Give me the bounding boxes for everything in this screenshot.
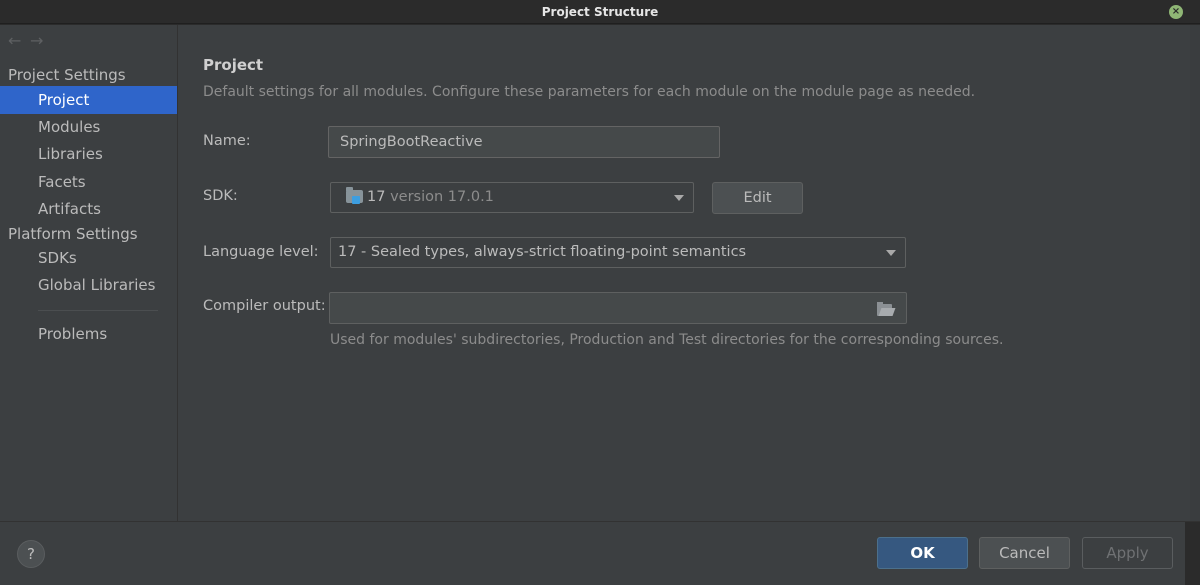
window-title: Project Structure [541,5,659,19]
page-description: Default settings for all modules. Config… [203,84,976,100]
sdk-label: SDK: [203,188,238,204]
sidebar-item-sdks[interactable]: SDKs [0,244,177,272]
sidebar-item-facets[interactable]: Facets [0,168,177,196]
sidebar-item-label: Facets [38,173,86,191]
name-label: Name: [203,133,251,149]
cancel-button[interactable]: Cancel [979,537,1070,569]
sidebar-item-label: Global Libraries [38,276,156,294]
sidebar-divider [38,310,158,311]
section-title-platform-settings: Platform Settings [8,225,138,243]
dialog-footer: ? OK Cancel Apply [0,521,1200,585]
sidebar-item-label: Problems [38,325,108,343]
sdk-folder-icon [346,187,363,204]
window-edge [1185,522,1200,585]
sdk-name: 17 [367,189,386,205]
sidebar-item-project[interactable]: Project [0,86,177,114]
apply-button[interactable]: Apply [1082,537,1173,569]
edit-sdk-button[interactable]: Edit [712,182,803,214]
sidebar: ← → Project Settings Project Modules Libr… [0,25,178,521]
compiler-output-input[interactable] [329,292,907,324]
sdk-dropdown[interactable]: 17 version 17.0.1 [330,182,694,213]
ok-button[interactable]: OK [877,537,968,569]
sidebar-item-label: SDKs [38,249,77,267]
sdk-version: version 17.0.1 [390,189,494,205]
section-title-project-settings: Project Settings [8,66,126,84]
sidebar-item-label: Libraries [38,145,103,163]
sidebar-item-problems[interactable]: Problems [0,320,177,348]
folder-browse-icon[interactable] [877,302,896,316]
compiler-output-hint: Used for modules' subdirectories, Produc… [330,332,1004,348]
language-level-dropdown[interactable]: 17 - Sealed types, always-strict floatin… [330,237,906,268]
sidebar-item-global-libraries[interactable]: Global Libraries [0,271,177,299]
page-title: Project [203,56,264,74]
compiler-output-label: Compiler output: [203,298,326,314]
scroll-edge [1190,25,1200,521]
chevron-down-icon [674,195,684,201]
sidebar-item-label: Artifacts [38,200,101,218]
nav-arrows: ← → [8,31,52,51]
name-value: SpringBootReactive [340,134,483,150]
chevron-down-icon [886,250,896,256]
main-panel: Project Default settings for all modules… [178,25,1200,521]
sidebar-item-modules[interactable]: Modules [0,113,177,141]
close-icon[interactable]: × [1169,5,1183,19]
name-input[interactable]: SpringBootReactive [328,126,720,158]
forward-arrow-icon[interactable]: → [30,31,52,50]
sidebar-item-artifacts[interactable]: Artifacts [0,195,177,223]
title-bar: Project Structure × [0,0,1200,24]
sidebar-item-label: Modules [38,118,101,136]
sidebar-item-label: Project [38,91,90,109]
sidebar-item-libraries[interactable]: Libraries [0,140,177,168]
back-arrow-icon[interactable]: ← [8,31,30,50]
language-level-value: 17 - Sealed types, always-strict floatin… [338,244,747,260]
help-button[interactable]: ? [17,540,45,568]
language-level-label: Language level: [203,244,319,260]
